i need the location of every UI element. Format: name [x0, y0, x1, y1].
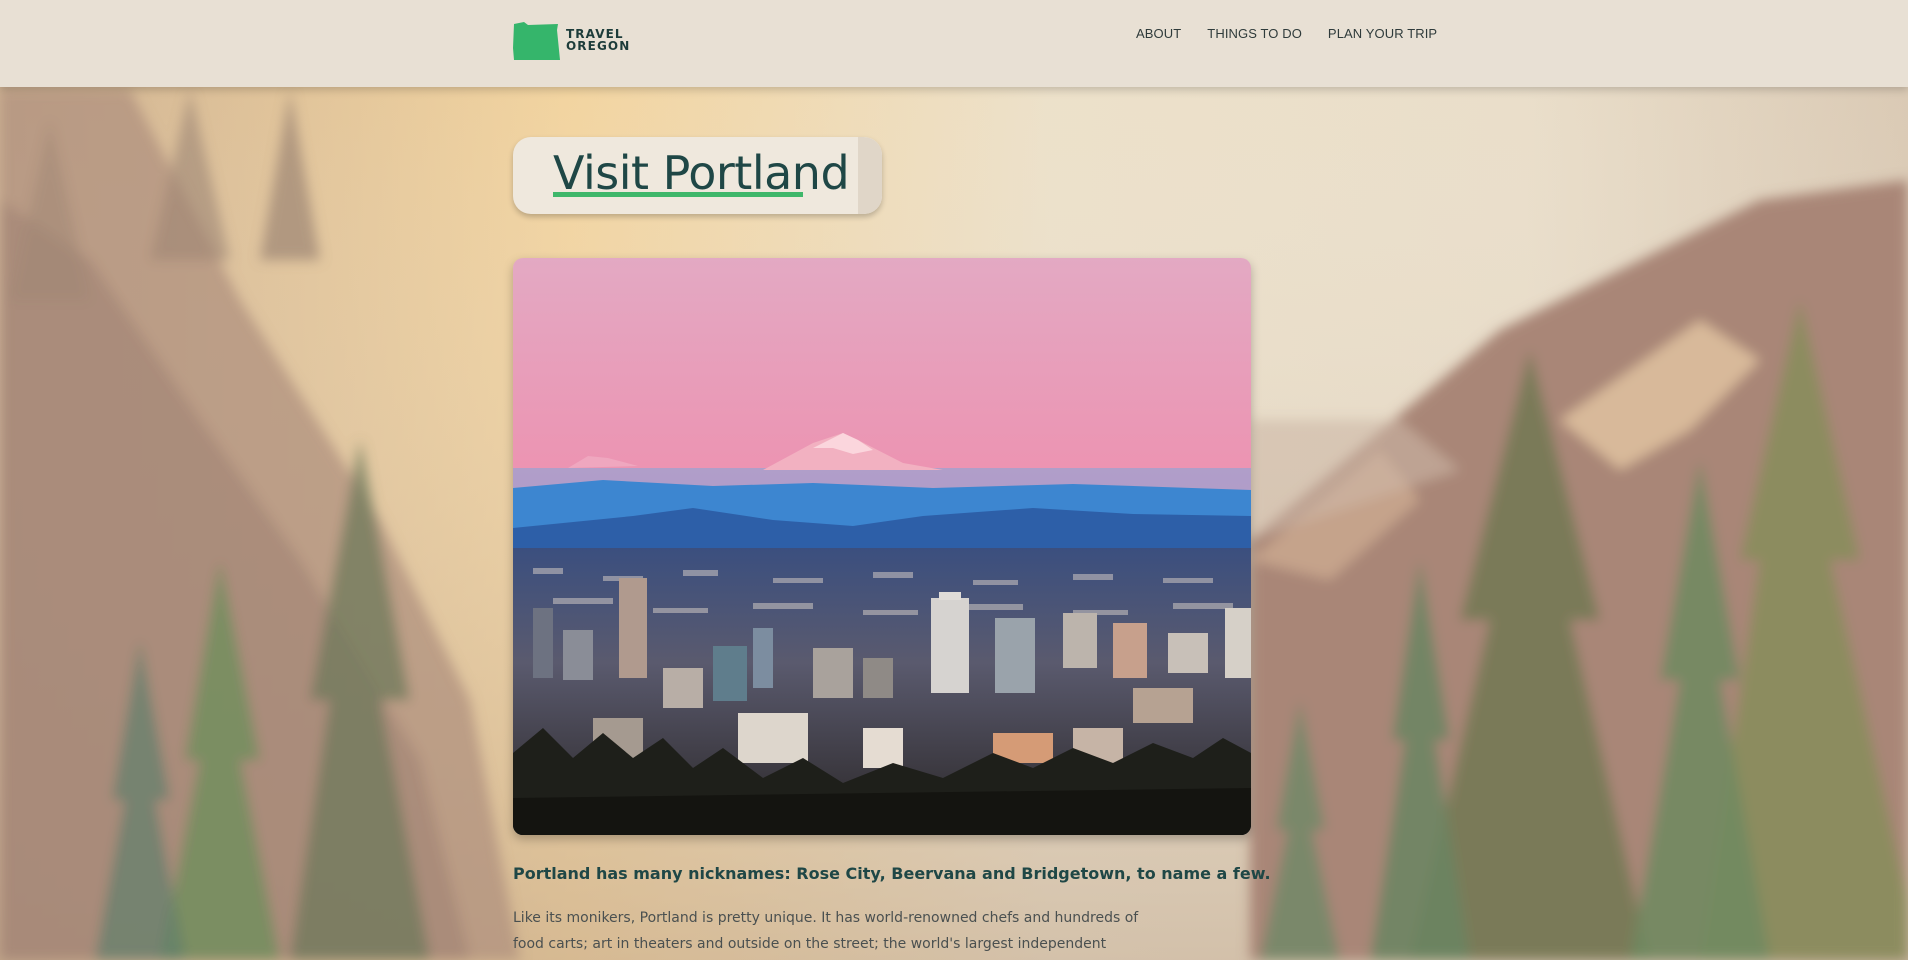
logo-line-2: OREGON	[566, 39, 631, 53]
nav-link-about[interactable]: ABOUT	[1136, 26, 1181, 41]
title-card: Visit Portland	[513, 137, 882, 214]
nav-link-plan-your-trip[interactable]: PLAN YOUR TRIP	[1328, 26, 1437, 41]
portland-skyline-mt-hood-photo	[513, 258, 1251, 835]
lead-paragraph: Portland has many nicknames: Rose City, …	[513, 864, 1271, 883]
logo-text: TRAVEL OREGON	[566, 28, 630, 52]
hero-image	[513, 258, 1251, 835]
oregon-state-icon	[513, 22, 560, 60]
site-header: TRAVEL OREGON ABOUT THINGS TO DO PLAN YO…	[0, 0, 1908, 87]
page-title: Visit Portland	[553, 146, 850, 200]
body-paragraph: Like its monikers, Portland is pretty un…	[513, 910, 1139, 952]
nav-link-things-to-do[interactable]: THINGS TO DO	[1207, 26, 1302, 41]
travel-oregon-logo[interactable]: TRAVEL OREGON	[512, 20, 630, 60]
main-nav: ABOUT THINGS TO DO PLAN YOUR TRIP	[1136, 26, 1437, 41]
